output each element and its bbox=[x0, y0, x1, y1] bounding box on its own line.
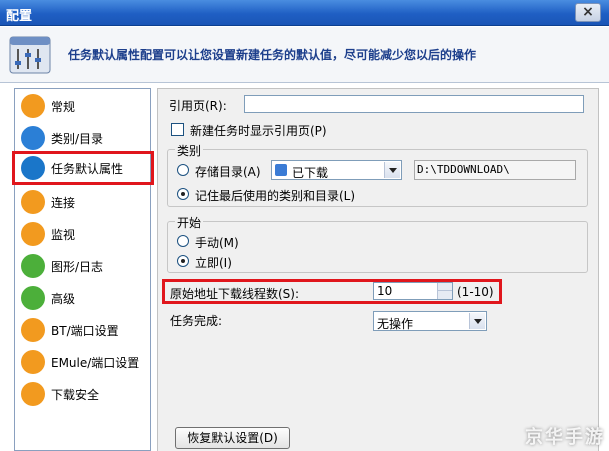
bt-icon bbox=[21, 318, 45, 342]
sidebar-item-graph-log[interactable]: 图形/日志 bbox=[21, 253, 145, 279]
save-path-field[interactable]: D:\TDDOWNLOAD\ bbox=[414, 160, 576, 180]
threads-stepper[interactable]: 10 bbox=[373, 282, 453, 300]
save-dir-radio[interactable] bbox=[177, 164, 189, 176]
show-referer-label: 新建任务时显示引用页(P) bbox=[190, 124, 327, 138]
save-path-value: D:\TDDOWNLOAD\ bbox=[417, 163, 510, 176]
category-select[interactable]: 已下载 bbox=[271, 160, 402, 180]
monitor-icon bbox=[21, 222, 45, 246]
settings-icon bbox=[9, 36, 51, 74]
manual-label: 手动(M) bbox=[195, 236, 239, 250]
settings-panel: 引用页(R): 新建任务时显示引用页(P) 类别 存储目录(A) 已下载 D:\… bbox=[157, 88, 599, 451]
header-banner: 任务默认属性配置可以让您设置新建任务的默认值，尽可能减少您以后的操作 bbox=[0, 27, 609, 83]
sidebar-item-label: 连接 bbox=[51, 196, 76, 210]
threads-label: 原始地址下载线程数(S): bbox=[170, 287, 300, 301]
sidebar-item-general[interactable]: 常规 bbox=[21, 93, 145, 119]
manual-radio[interactable] bbox=[177, 235, 189, 247]
window-title: 配置 bbox=[6, 9, 33, 24]
sidebar-item-monitor[interactable]: 监视 bbox=[21, 221, 145, 247]
title-bar: 配置 × bbox=[0, 0, 609, 26]
sidebar-item-label: BT/端口设置 bbox=[51, 324, 119, 338]
sidebar-item-label: 任务默认属性 bbox=[51, 162, 124, 176]
sidebar-item-label: 下载安全 bbox=[51, 388, 100, 402]
sidebar-item-task-defaults[interactable]: 任务默认属性 bbox=[12, 151, 154, 185]
shield-icon bbox=[21, 382, 45, 406]
immediate-radio[interactable] bbox=[177, 255, 189, 267]
threads-value: 10 bbox=[377, 284, 393, 298]
connect-icon bbox=[21, 190, 45, 214]
sidebar-item-advanced[interactable]: 高级 bbox=[21, 285, 145, 311]
sidebar-item-label: 类别/目录 bbox=[51, 132, 104, 146]
close-button[interactable]: × bbox=[575, 3, 601, 22]
on-complete-value: 无操作 bbox=[377, 317, 414, 331]
restore-defaults-button[interactable]: 恢复默认设置(D) bbox=[175, 427, 290, 449]
chevron-down-icon[interactable] bbox=[469, 313, 485, 329]
category-select-value: 已下载 bbox=[292, 166, 329, 180]
sidebar-item-emule-port[interactable]: EMule/端口设置 bbox=[21, 349, 145, 375]
chart-icon bbox=[21, 254, 45, 278]
emule-icon bbox=[21, 350, 45, 374]
sidebar-item-label: 高级 bbox=[51, 292, 76, 306]
on-complete-label: 任务完成: bbox=[170, 314, 223, 328]
watermark: 京华手游 bbox=[525, 427, 605, 448]
sidebar-item-label: EMule/端口设置 bbox=[51, 356, 140, 370]
remember-label: 记住最后使用的类别和目录(L) bbox=[195, 189, 356, 203]
sidebar: 常规 类别/目录 任务默认属性 连接 监视 图形/日志 高级 BT/端口设置 E… bbox=[12, 88, 154, 451]
save-dir-label: 存储目录(A) bbox=[195, 165, 261, 179]
folder-icon bbox=[21, 126, 45, 150]
gear-icon bbox=[21, 286, 45, 310]
user-icon bbox=[21, 94, 45, 118]
referer-label: 引用页(R): bbox=[169, 99, 227, 113]
asterisk-icon bbox=[21, 156, 45, 180]
remember-radio[interactable] bbox=[177, 188, 189, 200]
threads-range: (1-10) bbox=[457, 285, 494, 299]
chevron-down-icon[interactable] bbox=[384, 162, 400, 178]
sidebar-item-label: 图形/日志 bbox=[51, 260, 104, 274]
sidebar-item-download-security[interactable]: 下载安全 bbox=[21, 381, 145, 407]
sidebar-item-bt-port[interactable]: BT/端口设置 bbox=[21, 317, 145, 343]
category-group-title: 类别 bbox=[175, 142, 204, 159]
sidebar-item-connection[interactable]: 连接 bbox=[21, 189, 145, 215]
on-complete-select[interactable]: 无操作 bbox=[373, 311, 487, 331]
sidebar-item-label: 常规 bbox=[51, 100, 76, 114]
folder-icon bbox=[275, 164, 287, 176]
immediate-label: 立即(I) bbox=[195, 256, 232, 270]
start-group-title: 开始 bbox=[175, 214, 204, 231]
header-description: 任务默认属性配置可以让您设置新建任务的默认值，尽可能减少您以后的操作 bbox=[68, 48, 477, 62]
stepper-down-icon[interactable] bbox=[437, 291, 452, 299]
sidebar-item-category[interactable]: 类别/目录 bbox=[21, 125, 145, 151]
sidebar-item-label: 监视 bbox=[51, 228, 76, 242]
referer-input[interactable] bbox=[244, 95, 584, 113]
show-referer-checkbox[interactable] bbox=[171, 123, 184, 136]
stepper-up-icon[interactable] bbox=[437, 283, 452, 291]
